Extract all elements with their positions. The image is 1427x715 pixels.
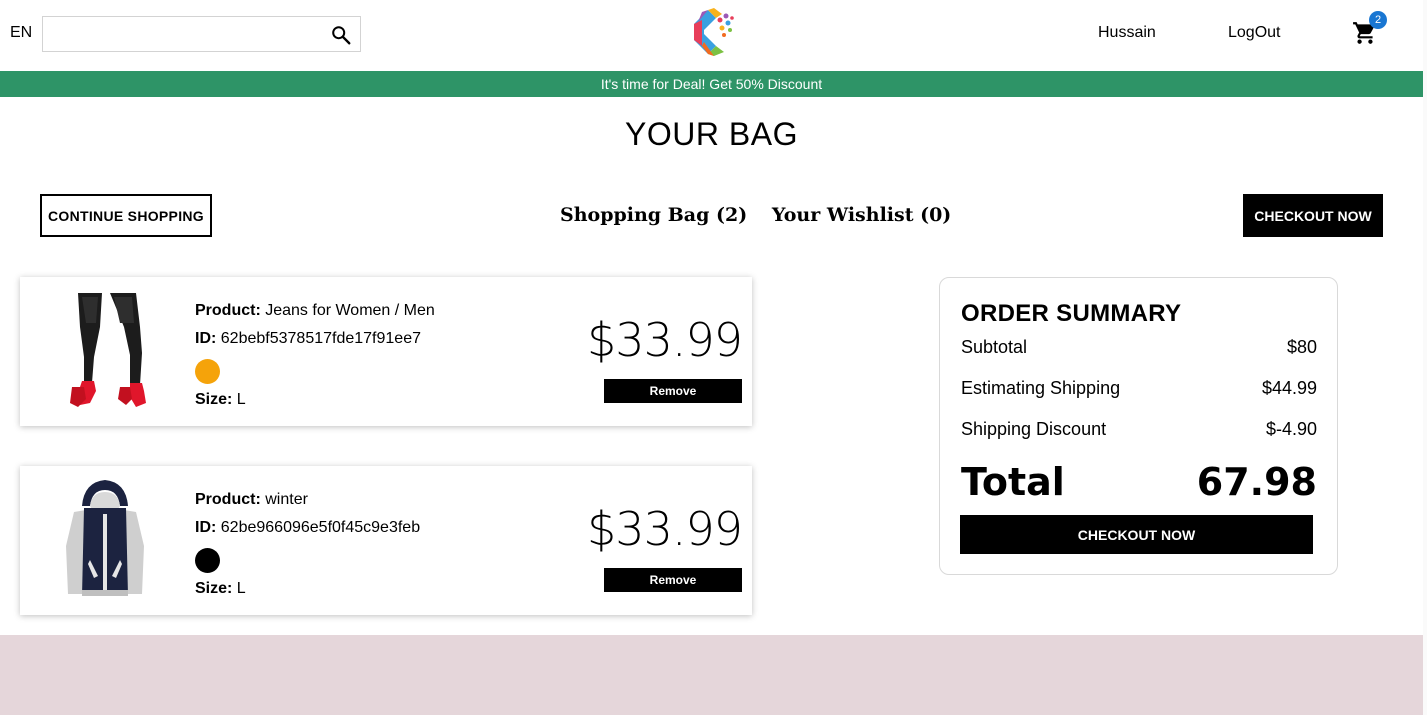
product-color-swatch	[195, 359, 220, 384]
product-id-label: ID:	[195, 330, 217, 347]
product-name-row: Product: winter	[195, 486, 420, 514]
product-size-label: Size:	[195, 580, 233, 597]
logout-link[interactable]: LogOut	[1228, 24, 1280, 42]
subtotal-label: Subtotal	[961, 337, 1028, 357]
product-price: $33.99	[587, 502, 743, 556]
product-id: 62be966096e5f0f45c9e3feb	[220, 519, 421, 536]
subtotal-value: $80	[1286, 337, 1317, 357]
newsletter-section	[0, 635, 1423, 715]
product-size: L	[236, 580, 246, 597]
scrollbar-track[interactable]	[1423, 0, 1427, 715]
continue-shopping-button[interactable]: CONTINUE SHOPPING	[40, 194, 212, 237]
checkout-now-button[interactable]: CHECKOUT NOW	[960, 515, 1313, 554]
product-size-row: Size: L	[195, 575, 420, 603]
announcement-bar: It's time for Deal! Get 50% Discount	[0, 71, 1423, 97]
remove-button[interactable]: Remove	[604, 568, 742, 592]
product-image-jeans[interactable]	[50, 287, 160, 415]
shipping-value: $44.99	[1261, 378, 1317, 398]
total-row: Total 67.98	[961, 460, 1317, 504]
navbar: EN Hussain LogOut 2	[0, 0, 1427, 70]
product-label: Product:	[195, 302, 261, 319]
product-id-row: ID: 62bebf5378517fde17f91ee7	[195, 325, 435, 353]
product-size-row: Size: L	[195, 386, 435, 414]
discount-label: Shipping Discount	[961, 419, 1107, 439]
product-color-swatch	[195, 548, 220, 573]
product-image-hoodie[interactable]	[50, 476, 160, 604]
shipping-label: Estimating Shipping	[961, 378, 1121, 398]
user-name[interactable]: Hussain	[1098, 24, 1156, 42]
bag-tabs: Shopping Bag (2) Your Wishlist (0)	[560, 204, 951, 226]
product-name: winter	[265, 491, 308, 508]
product-id-row: ID: 62be966096e5f0f45c9e3feb	[195, 514, 420, 542]
product-card: Product: Jeans for Women / Men ID: 62beb…	[20, 277, 752, 426]
product-size: L	[236, 391, 246, 408]
product-size-label: Size:	[195, 391, 233, 408]
total-value: 67.98	[1196, 460, 1317, 504]
discount-value: $-4.90	[1265, 419, 1317, 439]
wishlist-link[interactable]: Your Wishlist (0)	[772, 204, 951, 226]
remove-button[interactable]: Remove	[604, 379, 742, 403]
product-id-label: ID:	[195, 519, 217, 536]
product-price: $33.99	[587, 313, 743, 367]
search-icon[interactable]	[330, 24, 352, 46]
brand-logo-icon[interactable]	[686, 6, 738, 58]
total-label: Total	[961, 460, 1065, 504]
product-name-row: Product: Jeans for Women / Men	[195, 297, 435, 325]
product-details: Product: winter ID: 62be966096e5f0f45c9e…	[195, 486, 420, 603]
discount-row: Shipping Discount $-4.90	[961, 419, 1317, 440]
cart-count-badge: 2	[1369, 11, 1387, 29]
product-card: Product: winter ID: 62be966096e5f0f45c9e…	[20, 466, 752, 615]
language-label[interactable]: EN	[10, 24, 32, 42]
subtotal-row: Subtotal $80	[961, 337, 1317, 358]
product-name: Jeans for Women / Men	[265, 302, 435, 319]
checkout-now-button-top[interactable]: CHECKOUT NOW	[1243, 194, 1383, 237]
shipping-row: Estimating Shipping $44.99	[961, 378, 1317, 399]
search-box[interactable]	[42, 16, 361, 52]
product-label: Product:	[195, 491, 261, 508]
search-input[interactable]	[43, 17, 323, 51]
product-details: Product: Jeans for Women / Men ID: 62beb…	[195, 297, 435, 414]
order-summary: ORDER SUMMARY Subtotal $80 Estimating Sh…	[939, 277, 1338, 575]
order-summary-title: ORDER SUMMARY	[961, 300, 1182, 327]
product-id: 62bebf5378517fde17f91ee7	[220, 330, 421, 347]
page-title: YOUR BAG	[625, 116, 798, 152]
shopping-bag-link[interactable]: Shopping Bag (2)	[560, 204, 747, 226]
